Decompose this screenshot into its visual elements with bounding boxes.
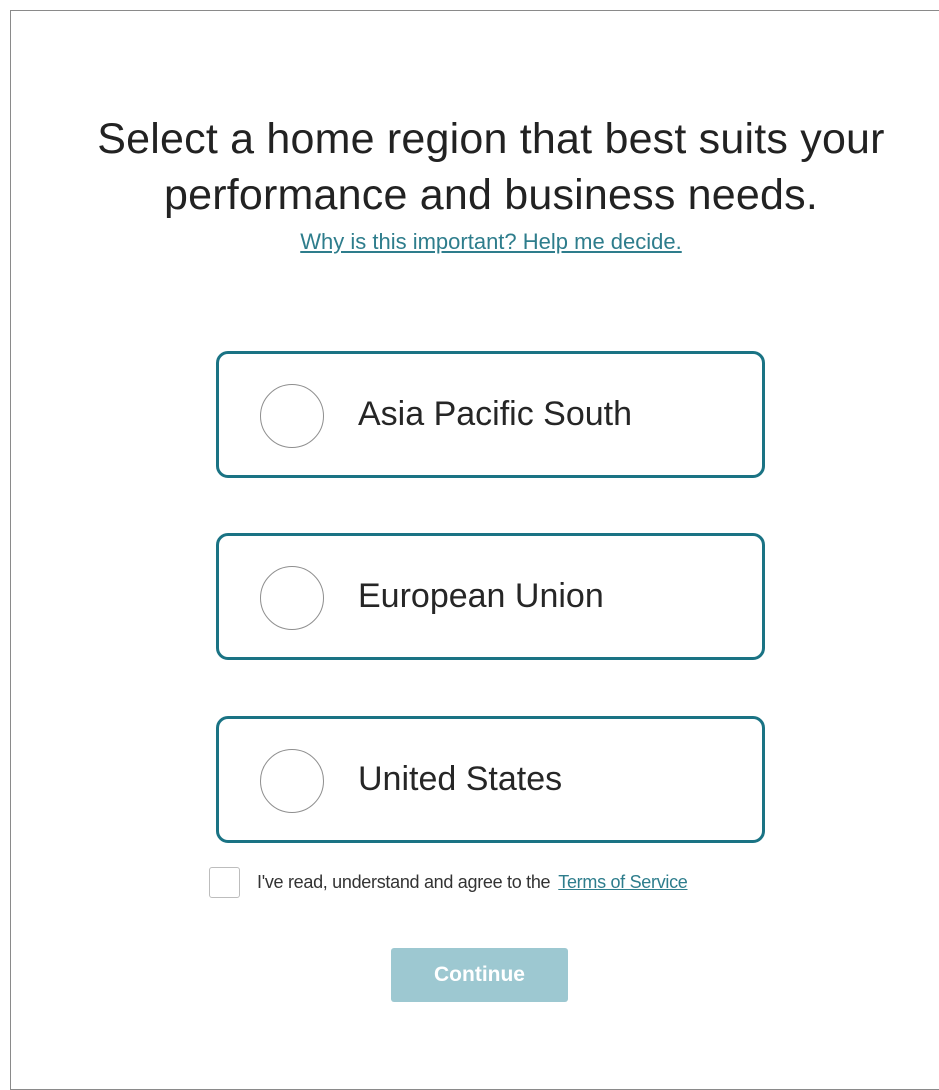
terms-agreement-text: I've read, understand and agree to the: [257, 872, 551, 892]
radio-button[interactable]: [260, 384, 324, 448]
radio-button[interactable]: [260, 566, 324, 630]
region-label: European Union: [358, 577, 604, 615]
help-link-container: Why is this important? Help me decide.: [11, 227, 939, 257]
continue-button[interactable]: Continue: [391, 948, 568, 1002]
help-me-decide-link[interactable]: Why is this important? Help me decide.: [300, 229, 682, 254]
radio-button[interactable]: [260, 749, 324, 813]
terms-checkbox[interactable]: [209, 867, 240, 898]
terms-of-service-link[interactable]: Terms of Service: [558, 872, 688, 893]
region-selection-panel: Select a home region that best suits you…: [10, 10, 939, 1090]
region-option-united-states[interactable]: United States: [216, 716, 765, 843]
terms-agreement: I've read, understand and agree to the T…: [209, 866, 688, 899]
region-label: United States: [358, 760, 563, 798]
page-title: Select a home region that best suits you…: [97, 115, 885, 219]
region-option-asia-pacific-south[interactable]: Asia Pacific South: [216, 351, 765, 478]
region-label: Asia Pacific South: [358, 395, 633, 433]
region-option-european-union[interactable]: European Union: [216, 533, 765, 660]
